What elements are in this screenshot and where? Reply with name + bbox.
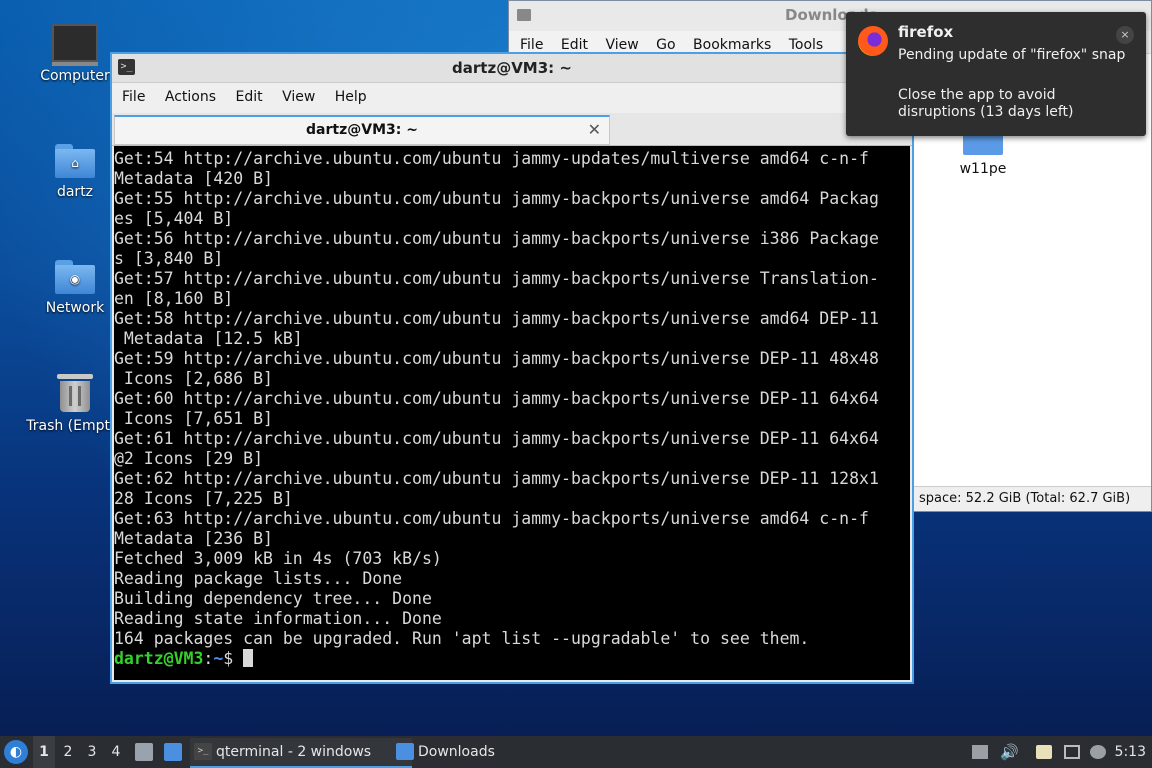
menu-file[interactable]: File — [112, 83, 145, 105]
terminal-line: Get:62 http://archive.ubuntu.com/ubuntu … — [114, 469, 879, 488]
terminal-line: Get:63 http://archive.ubuntu.com/ubuntu … — [114, 509, 869, 528]
terminal-line: Get:57 http://archive.ubuntu.com/ubuntu … — [114, 269, 879, 288]
terminal-tab-title: dartz@VM3: ~ — [306, 122, 418, 138]
volume-icon[interactable]: 🔊 — [1000, 745, 1019, 760]
terminal-window[interactable]: >_ dartz@VM3: ~ File Actions Edit View H… — [110, 52, 914, 684]
workspace-3[interactable]: 3 — [81, 736, 103, 768]
menu-tools[interactable]: Tools — [778, 31, 824, 53]
menu-edit[interactable]: Edit — [225, 83, 262, 105]
terminal-line: Building dependency tree... Done — [114, 589, 432, 608]
terminal-line: Icons [7,651 B] — [114, 409, 273, 428]
terminal-line: @2 Icons [29 B] — [114, 449, 264, 468]
text-cursor — [243, 649, 254, 667]
file-manager-launcher-icon[interactable] — [135, 743, 153, 761]
terminal-line: Metadata [236 B] — [114, 529, 273, 548]
terminal-line: Get:54 http://archive.ubuntu.com/ubuntu … — [114, 149, 869, 168]
terminal-line: Fetched 3,009 kB in 4s (703 kB/s) — [114, 549, 442, 568]
terminal-line: Icons [2,686 B] — [114, 369, 273, 388]
workspace-2[interactable]: 2 — [57, 736, 79, 768]
device-icon[interactable] — [972, 745, 988, 759]
terminal-line: Metadata [12.5 kB] — [114, 329, 303, 348]
clock[interactable]: 5:13 — [1115, 736, 1146, 768]
notification-line-1: Pending update of "firefox" snap — [898, 47, 1126, 63]
terminal-line: Get:60 http://archive.ubuntu.com/ubuntu … — [114, 389, 879, 408]
terminal-titlebar[interactable]: >_ dartz@VM3: ~ — [112, 54, 912, 83]
terminal-menubar: File Actions Edit View Help — [112, 83, 912, 113]
terminal-line: Metadata [420 B] — [114, 169, 273, 188]
folder-label: w11pe — [959, 161, 1007, 177]
folder-icon — [517, 9, 531, 21]
notification-app-name: firefox — [898, 23, 954, 41]
terminal-window-title: dartz@VM3: ~ — [452, 59, 572, 77]
taskbar: ◐ 1 2 3 4 >_ qterminal - 2 windows Downl… — [0, 736, 1152, 768]
trash-icon — [57, 374, 93, 412]
notification-popup[interactable]: firefox × Pending update of "firefox" sn… — [846, 12, 1146, 136]
terminal-line: Get:55 http://archive.ubuntu.com/ubuntu … — [114, 189, 879, 208]
menu-view[interactable]: View — [594, 31, 638, 53]
menu-help[interactable]: Help — [325, 83, 367, 105]
menu-go[interactable]: Go — [645, 31, 675, 53]
file-manager-statusbar: space: 52.2 GiB (Total: 62.7 GiB) — [913, 486, 1151, 511]
workspace-4[interactable]: 4 — [105, 736, 127, 768]
prompt-user: dartz@VM3 — [114, 649, 204, 668]
menu-view[interactable]: View — [272, 83, 315, 105]
notification-icon[interactable] — [1090, 745, 1106, 759]
prompt-separator: : — [203, 649, 214, 668]
task-downloads[interactable]: Downloads — [392, 738, 528, 766]
prompt-path: ~ — [213, 649, 224, 668]
terminal-line: Reading state information... Done — [114, 609, 442, 628]
folder-item-w11pe[interactable]: w11pe — [953, 129, 1013, 177]
terminal-tab[interactable]: dartz@VM3: ~ ✕ — [114, 115, 610, 145]
workspace-1[interactable]: 1 — [33, 736, 55, 768]
computer-icon — [52, 24, 98, 66]
folder-icon — [396, 743, 414, 760]
terminal-line: Get:61 http://archive.ubuntu.com/ubuntu … — [114, 429, 879, 448]
notification-line-2: Close the app to avoid disruptions (13 d… — [898, 87, 1074, 120]
task-label: qterminal - 2 windows — [216, 744, 372, 760]
home-folder-icon: ⌂ — [55, 144, 95, 178]
start-menu-icon[interactable]: ◐ — [4, 740, 28, 764]
close-tab-icon[interactable]: ✕ — [588, 120, 601, 139]
prompt-symbol: $ — [223, 649, 244, 668]
network-folder-icon: ◉ — [55, 260, 95, 294]
terminal-line: en [8,160 B] — [114, 289, 234, 308]
terminal-line: s [3,840 B] — [114, 249, 224, 268]
network-icon[interactable] — [1064, 745, 1080, 759]
clipboard-icon[interactable] — [1036, 745, 1052, 759]
menu-bookmarks[interactable]: Bookmarks — [682, 31, 771, 53]
terminal-tabbar: dartz@VM3: ~ ✕ — [112, 113, 912, 146]
show-desktop-icon[interactable] — [164, 743, 182, 761]
terminal-line: Get:56 http://archive.ubuntu.com/ubuntu … — [114, 229, 879, 248]
terminal-line: es [5,404 B] — [114, 209, 234, 228]
close-icon[interactable]: × — [1116, 26, 1134, 44]
terminal-line: 164 packages can be upgraded. Run 'apt l… — [114, 629, 810, 648]
task-label: Downloads — [418, 744, 495, 760]
task-qterminal[interactable]: >_ qterminal - 2 windows — [190, 738, 412, 768]
terminal-icon: >_ — [194, 743, 212, 760]
terminal-line: Get:58 http://archive.ubuntu.com/ubuntu … — [114, 309, 879, 328]
menu-edit[interactable]: Edit — [550, 31, 588, 53]
terminal-text: Get:54 http://archive.ubuntu.com/ubuntu … — [114, 146, 910, 669]
terminal-prompt[interactable]: dartz@VM3:~$ — [114, 649, 910, 669]
terminal-line: Get:59 http://archive.ubuntu.com/ubuntu … — [114, 349, 879, 368]
firefox-icon — [858, 26, 888, 56]
menu-actions[interactable]: Actions — [155, 83, 216, 105]
terminal-line: 28 Icons [7,225 B] — [114, 489, 293, 508]
terminal-line: Reading package lists... Done — [114, 569, 403, 588]
terminal-output[interactable]: Get:54 http://archive.ubuntu.com/ubuntu … — [114, 146, 910, 680]
menu-file[interactable]: File — [509, 31, 543, 53]
